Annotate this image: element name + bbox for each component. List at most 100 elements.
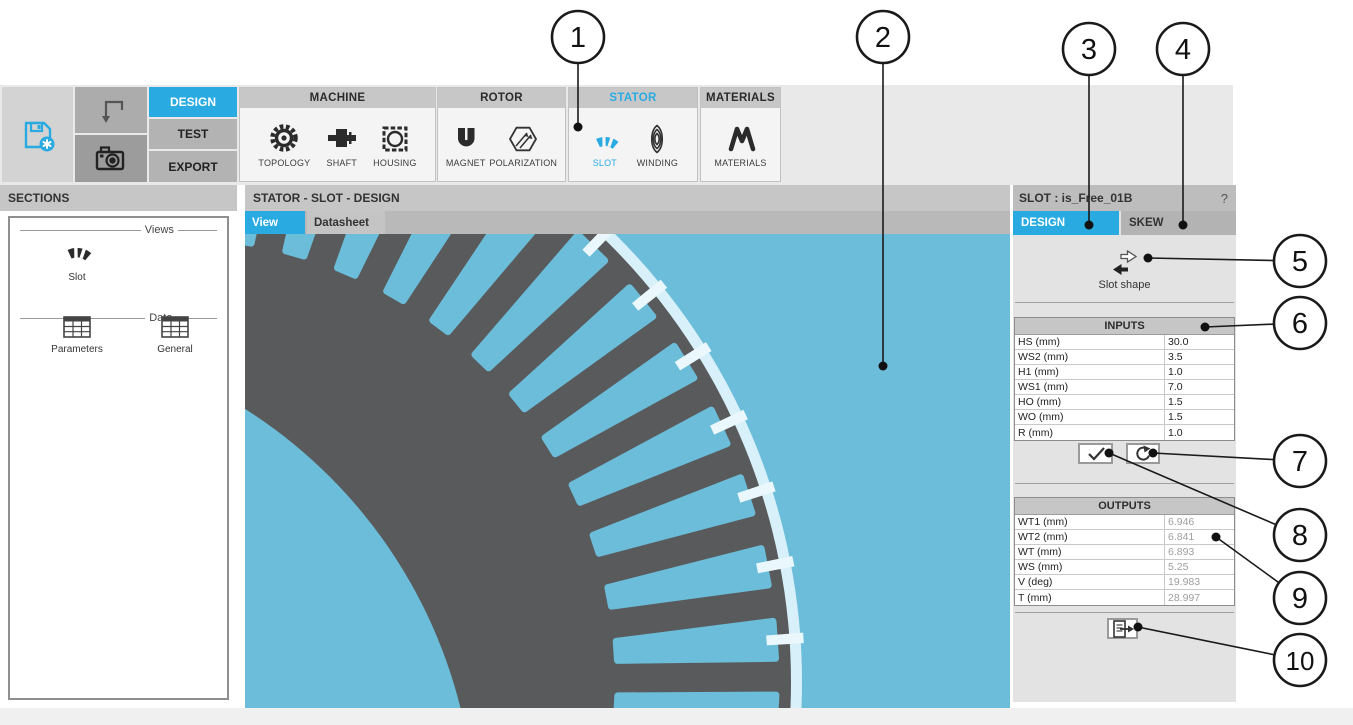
group-machine-title: MACHINE xyxy=(240,88,435,108)
slot-shape-button[interactable]: Slot shape xyxy=(1013,241,1236,299)
stator-drawing xyxy=(245,234,1010,708)
materials-button[interactable]: MATERIALS xyxy=(714,122,766,168)
group-stator-title: STATOR xyxy=(569,88,697,108)
top-toolbar: DESIGN TEST EXPORT MACHINE TOPOLOGY xyxy=(0,85,1233,185)
magnet-icon xyxy=(449,122,483,156)
table-row: T (mm)28.997 xyxy=(1015,590,1234,605)
sections-panel: Views Slot Data Param xyxy=(8,216,229,700)
table-row: V (deg)19.983 xyxy=(1015,575,1234,590)
save-button[interactable] xyxy=(2,87,73,182)
panel-separator xyxy=(1015,302,1234,303)
param-value[interactable]: 7.0 xyxy=(1165,380,1234,394)
param-value[interactable]: 3.5 xyxy=(1165,350,1234,364)
polarization-label: POLARIZATION xyxy=(489,158,557,168)
tab-design[interactable]: DESIGN xyxy=(1013,211,1119,235)
panel-separator xyxy=(1015,483,1234,484)
screenshot-button[interactable] xyxy=(75,135,147,182)
group-materials-title: MATERIALS xyxy=(701,88,780,108)
table-row: H1 (mm)1.0 xyxy=(1015,365,1234,380)
param-value[interactable]: 1.5 xyxy=(1165,395,1234,409)
param-label: V (deg) xyxy=(1015,575,1165,589)
callout-number-10: 10 xyxy=(1286,646,1315,676)
undo-icon xyxy=(91,90,131,130)
slot-button[interactable]: SLOT xyxy=(588,122,622,168)
shaft-button[interactable]: SHAFT xyxy=(325,122,359,168)
inputs-table: INPUTS HS (mm)30.0WS2 (mm)3.5H1 (mm)1.0W… xyxy=(1014,317,1235,441)
callout-number-3: 3 xyxy=(1081,34,1097,66)
callout-circle-1 xyxy=(552,11,604,63)
general-label: General xyxy=(157,344,193,355)
slot-properties-panel: SLOT : is_Free_01B ? DESIGN SKEW Slot sh… xyxy=(1013,185,1236,702)
param-label: H1 (mm) xyxy=(1015,365,1165,379)
param-label: WT2 (mm) xyxy=(1015,530,1165,544)
nav-design-button[interactable]: DESIGN xyxy=(149,87,237,117)
group-rotor-title: ROTOR xyxy=(438,88,565,108)
param-label: WT1 (mm) xyxy=(1015,515,1165,529)
sidebar-item-general[interactable]: General xyxy=(145,314,205,355)
topology-button[interactable]: TOPOLOGY xyxy=(258,122,310,168)
magnet-label: MAGNET xyxy=(446,158,486,168)
stator-slot-canvas[interactable] xyxy=(245,234,1010,708)
param-label: WO (mm) xyxy=(1015,410,1165,424)
magnet-button[interactable]: MAGNET xyxy=(446,122,486,168)
param-value[interactable]: 1.0 xyxy=(1165,425,1234,440)
check-icon xyxy=(1083,445,1109,462)
winding-button[interactable]: WINDING xyxy=(637,122,678,168)
param-value[interactable]: 30.0 xyxy=(1165,335,1234,349)
housing-icon xyxy=(378,122,412,156)
callout-circle-9 xyxy=(1274,572,1326,624)
shaft-label: SHAFT xyxy=(327,158,358,168)
sidebar-item-slot[interactable]: Slot xyxy=(47,232,107,283)
polarization-button[interactable]: POLARIZATION xyxy=(489,122,557,168)
param-label: R (mm) xyxy=(1015,425,1165,440)
undo-button[interactable] xyxy=(75,87,147,133)
polarization-icon xyxy=(506,122,540,156)
camera-icon xyxy=(91,139,131,179)
slot-icon xyxy=(588,122,622,156)
tab-skew[interactable]: SKEW xyxy=(1121,211,1236,235)
callout-number-2: 2 xyxy=(875,22,891,54)
callout-circle-4 xyxy=(1157,23,1209,75)
housing-button[interactable]: HOUSING xyxy=(373,122,416,168)
reset-button[interactable] xyxy=(1126,443,1160,464)
topology-label: TOPOLOGY xyxy=(258,158,310,168)
shaft-icon xyxy=(325,122,359,156)
panel-title: SLOT : is_Free_01B xyxy=(1013,185,1236,211)
housing-label: HOUSING xyxy=(373,158,416,168)
sections-header: SECTIONS xyxy=(0,185,237,211)
reset-icon xyxy=(1132,445,1154,462)
param-label: WS1 (mm) xyxy=(1015,380,1165,394)
callout-number-8: 8 xyxy=(1292,520,1308,552)
table-row: WS1 (mm)7.0 xyxy=(1015,380,1234,395)
param-label: HS (mm) xyxy=(1015,335,1165,349)
param-value[interactable]: 1.0 xyxy=(1165,365,1234,379)
tab-view[interactable]: View xyxy=(245,211,305,234)
nav-export-button[interactable]: EXPORT xyxy=(149,151,237,182)
slot-shape-label: Slot shape xyxy=(1099,279,1151,291)
group-rotor: ROTOR MAGNET xyxy=(437,87,566,182)
application-window: DESIGN TEST EXPORT MACHINE TOPOLOGY xyxy=(0,0,1353,725)
callout-number-6: 6 xyxy=(1292,308,1308,340)
export-report-button[interactable] xyxy=(1107,618,1138,639)
views-divider-label: Views xyxy=(141,224,178,236)
table-row: WT (mm)6.893 xyxy=(1015,545,1234,560)
panel-help-icon[interactable]: ? xyxy=(1221,185,1228,211)
parameters-label: Parameters xyxy=(51,344,103,355)
callout-number-5: 5 xyxy=(1292,246,1308,278)
callout-circle-3 xyxy=(1063,23,1115,75)
save-icon xyxy=(18,115,58,155)
callout-circle-10 xyxy=(1274,634,1326,686)
nav-test-button[interactable]: TEST xyxy=(149,119,237,149)
inputs-table-title: INPUTS xyxy=(1015,318,1234,335)
param-value[interactable]: 1.5 xyxy=(1165,410,1234,424)
table-row: WS2 (mm)3.5 xyxy=(1015,350,1234,365)
export-document-icon xyxy=(1111,620,1135,638)
tab-datasheet[interactable]: Datasheet xyxy=(307,211,385,234)
winding-icon xyxy=(640,122,674,156)
param-value: 6.841 xyxy=(1165,530,1234,544)
param-label: WT (mm) xyxy=(1015,545,1165,559)
sidebar-item-parameters[interactable]: Parameters xyxy=(39,314,115,355)
table-row: WO (mm)1.5 xyxy=(1015,410,1234,425)
apply-button[interactable] xyxy=(1078,443,1113,464)
callout-circle-2 xyxy=(857,11,909,63)
